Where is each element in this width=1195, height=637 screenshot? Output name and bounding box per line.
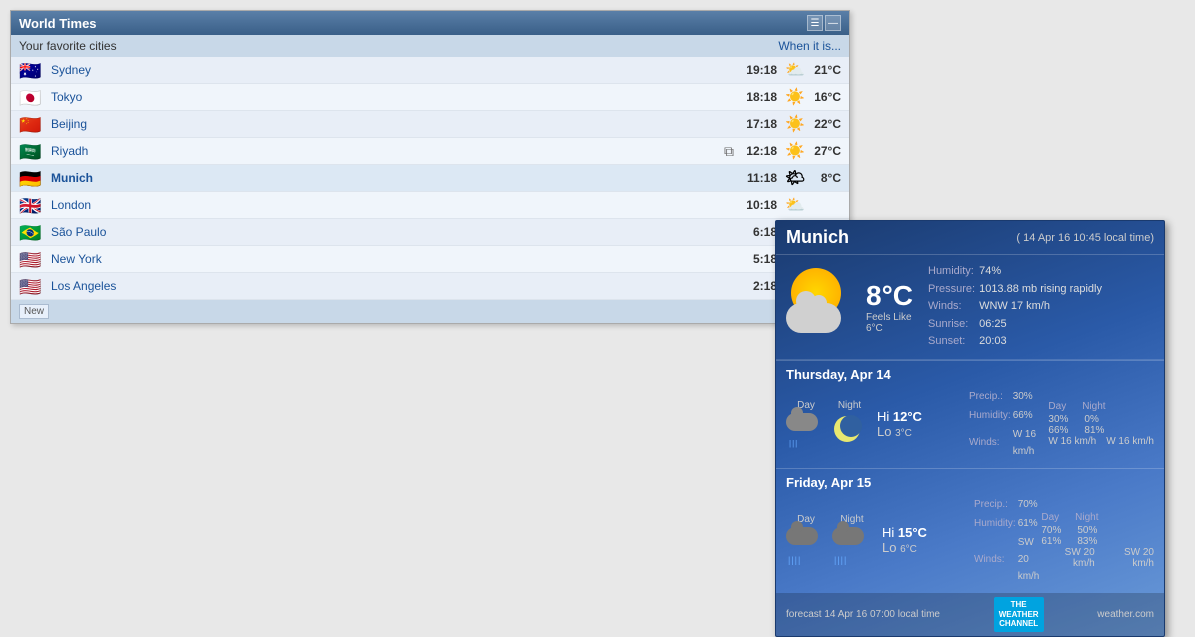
weather-feels: Feels Like 6°C [866,312,913,334]
city-temp: 21°C [809,63,841,77]
weather-panel: Munich ( 14 Apr 16 10:45 local time) 8°C… [775,220,1165,637]
city-temp: 22°C [809,117,841,131]
copy-icon[interactable]: ⧉ [724,143,734,160]
widget-title: World Times [19,16,97,31]
new-badge: New [19,304,49,319]
fri-night-rain-icon: |||| [834,555,847,565]
city-flag: 🇦🇺 [19,62,43,78]
city-flag: 🇧🇷 [19,224,43,240]
city-time: 10:18 [742,198,777,212]
city-temp: 16°C [809,90,841,104]
city-name-link[interactable]: Riyadh [51,144,724,158]
city-time: 17:18 [742,117,777,131]
city-name-link[interactable]: Munich [51,171,742,185]
city-row: 🇨🇳 Beijing17:18 ☀️ 22°C [11,111,849,138]
city-temp: 27°C [809,144,841,158]
weather-city-name: Munich [786,227,849,248]
fri-day-rain-icon: |||| [788,555,801,565]
weather-temp-main: 8°C Feels Like 6°C [866,263,913,351]
city-name-link[interactable]: London [51,198,742,212]
weather-current: 8°C Feels Like 6°C Humidity: 74% Pressur… [776,255,1164,360]
fri-hilos: Hi 15°C Lo 6°C [882,525,972,555]
city-row: 🇸🇦 Riyadh⧉ 12:18 ☀️ 27°C [11,138,849,165]
city-time: 2:18 [742,279,777,293]
weather-header: Munich ( 14 Apr 16 10:45 local time) [776,221,1164,255]
thursday-forecast: Thursday, Apr 14 Day ||| Night [776,360,1164,468]
friday-forecast: Friday, Apr 15 Day |||| Night [776,468,1164,593]
city-temp: 8°C [809,171,841,185]
titlebar-controls: ☰ — [807,15,841,31]
city-name-link[interactable]: Beijing [51,117,742,131]
city-time: 19:18 [742,63,777,77]
city-flag: 🇨🇳 [19,116,43,132]
city-name-link[interactable]: New York [51,252,742,266]
weather-icon: ⛅ [785,195,805,215]
city-row: 🇧🇷São Paulo6:18☀️ [11,219,849,246]
city-flag: 🇩🇪 [19,170,43,186]
city-row: 🇦🇺 Sydney19:18 ⛅ 21°C [11,57,849,84]
weather-channel-logo: THE WEATHER CHANNEL [994,597,1044,632]
world-times-widget: World Times ☰ — Your favorite cities Whe… [10,10,850,324]
thursday-label: Thursday, Apr 14 [786,367,1154,382]
weather-dot-com: weather.com [1097,609,1154,620]
thursday-row: Day ||| Night Hi 12°C [786,386,1154,462]
city-flag: 🇺🇸 [19,278,43,294]
weather-icon-large [786,263,856,333]
weather-icon: ⛅ [785,60,805,80]
city-row: 🇺🇸New York5:18☀️ [11,246,849,273]
when-it-is-link[interactable]: When it is... [778,39,841,53]
weather-stats: Humidity: 74% Pressure: 1013.88 mb risin… [928,263,1106,351]
weather-icon: ☀️ [785,141,805,161]
weather-icon: 🌤 [785,168,805,188]
city-flag: 🇸🇦 [19,143,43,159]
city-row: 🇯🇵 Tokyo18:18 ☀️ 16°C [11,84,849,111]
weather-temp-big: 8°C [866,280,913,312]
weather-local-time: ( 14 Apr 16 10:45 local time) [1016,232,1154,244]
thu-hilos: Hi 12°C Lo 3°C [877,409,967,439]
city-row: 🇬🇧 London10:18 ⛅ [11,192,849,219]
city-name-link[interactable]: Sydney [51,63,742,77]
city-list: 🇦🇺 Sydney19:18 ⛅ 21°C 🇯🇵 Tokyo18:18 ☀️ 16°C 🇨🇳 Be… [11,57,849,300]
city-time: 11:18 [742,171,777,185]
widget-header: Your favorite cities When it is... [11,35,849,57]
cloud-icon [786,303,841,333]
friday-label: Friday, Apr 15 [786,475,1154,490]
thu-night-label: Night [832,400,867,411]
widget-titlebar: World Times ☰ — [11,11,849,35]
forecast-footer-text: forecast 14 Apr 16 07:00 local time [786,609,940,620]
city-time: 18:18 [742,90,777,104]
weather-footer: forecast 14 Apr 16 07:00 local time THE … [776,593,1164,636]
city-name-link[interactable]: Tokyo [51,90,742,104]
weather-icon: ☀️ [785,114,805,134]
city-time: 5:18 [742,252,777,266]
city-flag: 🇬🇧 [19,197,43,213]
city-flag: 🇺🇸 [19,251,43,267]
city-row: 🇩🇪 Munich11:18 🌤 8°C [11,165,849,192]
friday-row: Day |||| Night |||| [786,494,1154,587]
list-view-button[interactable]: ☰ [807,15,823,31]
minimize-button[interactable]: — [825,15,841,31]
widget-footer: New sweet... [11,300,849,323]
city-time: 12:18 [742,144,777,158]
city-flag: 🇯🇵 [19,89,43,105]
thu-day-rain-icon: ||| [789,439,798,448]
header-label: Your favorite cities [19,39,117,53]
weather-icon: ☀️ [785,87,805,107]
city-name-link[interactable]: São Paulo [51,225,742,239]
city-row: 🇺🇸 Los Angeles2:18 [11,273,849,300]
city-name-link[interactable]: Los Angeles [51,279,742,293]
city-time: 6:18 [742,225,777,239]
